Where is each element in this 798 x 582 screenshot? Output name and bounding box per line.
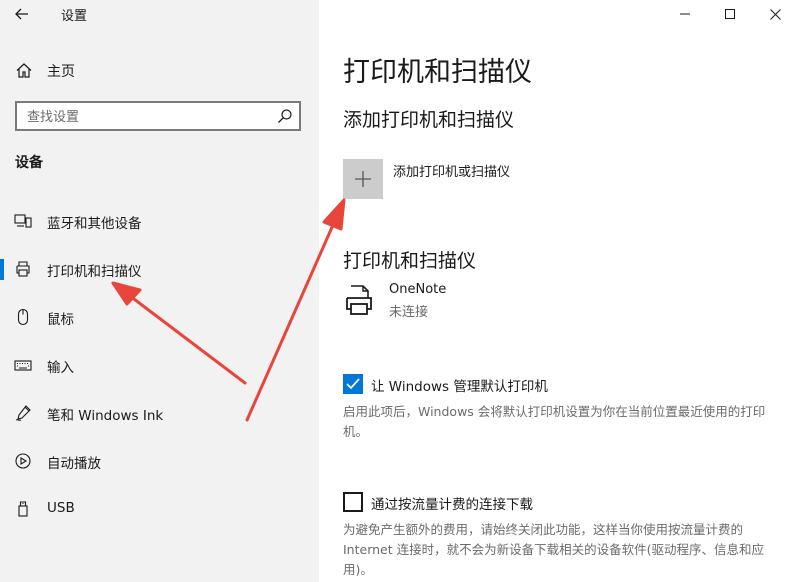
printer-icon bbox=[16, 261, 30, 277]
maximize-icon bbox=[725, 9, 735, 19]
sidebar-item-printers[interactable]: 打印机和扫描仪 bbox=[0, 249, 319, 289]
add-section-title: 添加打印机和扫描仪 bbox=[343, 109, 515, 131]
printer-document-icon bbox=[346, 285, 372, 315]
back-arrow-icon bbox=[15, 8, 28, 20]
sidebar-item-label: 蓝牙和其他设备 bbox=[47, 216, 142, 232]
sidebar-item-label: 笔和 Windows Ink bbox=[47, 408, 164, 424]
app-title: 设置 bbox=[61, 9, 88, 24]
printer-status: 未连接 bbox=[389, 305, 429, 320]
default-printer-label[interactable]: 让 Windows 管理默认打印机 bbox=[371, 375, 548, 395]
sidebar: 设置 主页 设备 蓝牙和其他设备 打印机和扫描仪 bbox=[0, 0, 319, 582]
sidebar-item-label: 主页 bbox=[47, 64, 75, 80]
close-icon bbox=[769, 8, 781, 20]
printer-item[interactable]: OneNote 未连接 bbox=[343, 280, 763, 320]
back-button[interactable] bbox=[10, 2, 34, 26]
sidebar-item-home[interactable]: 主页 bbox=[0, 56, 319, 86]
metered-download-checkbox[interactable] bbox=[343, 492, 363, 512]
search-icon[interactable] bbox=[277, 108, 293, 124]
sidebar-item-label: 打印机和扫描仪 bbox=[47, 264, 142, 280]
home-icon bbox=[16, 63, 32, 78]
pen-icon bbox=[15, 405, 31, 421]
default-printer-description: 启用此项后，Windows 会将默认打印机设置为你在当前位置最近使用的打印机。 bbox=[343, 404, 766, 439]
page-title: 打印机和扫描仪 bbox=[343, 57, 532, 88]
sidebar-item-label: 自动播放 bbox=[47, 456, 101, 472]
metered-download-description: 为避免产生额外的费用，请始终关闭此功能，这样当你使用按流量计费的 Interne… bbox=[343, 522, 764, 577]
metered-download-label[interactable]: 通过按流量计费的连接下载 bbox=[371, 493, 533, 513]
sidebar-item-mouse[interactable]: 鼠标 bbox=[0, 297, 319, 337]
checkmark-icon bbox=[346, 378, 360, 390]
sidebar-item-label: 输入 bbox=[47, 360, 74, 376]
search-box[interactable] bbox=[15, 101, 301, 131]
plus-icon bbox=[355, 171, 371, 187]
bluetooth-devices-icon bbox=[14, 214, 32, 228]
sidebar-item-usb[interactable]: USB bbox=[0, 489, 319, 529]
search-input[interactable] bbox=[25, 106, 269, 128]
keyboard-icon bbox=[14, 360, 32, 371]
sidebar-item-bluetooth[interactable]: 蓝牙和其他设备 bbox=[0, 201, 319, 241]
sidebar-item-pen[interactable]: 笔和 Windows Ink bbox=[0, 393, 319, 433]
printer-name: OneNote bbox=[389, 282, 447, 297]
minimize-button[interactable] bbox=[662, 0, 708, 28]
add-printer-button[interactable] bbox=[343, 159, 383, 199]
usb-icon bbox=[18, 501, 28, 517]
maximize-button[interactable] bbox=[707, 0, 753, 28]
section-title: 设备 bbox=[15, 155, 43, 171]
printers-section-title: 打印机和扫描仪 bbox=[343, 250, 477, 272]
autoplay-icon bbox=[15, 453, 31, 469]
close-button[interactable] bbox=[752, 0, 798, 28]
sidebar-item-input[interactable]: 输入 bbox=[0, 345, 319, 385]
minimize-icon bbox=[680, 13, 690, 15]
selection-indicator bbox=[0, 259, 4, 280]
main-content: 打印机和扫描仪 添加打印机和扫描仪 添加打印机或扫描仪 打印机和扫描仪 OneN… bbox=[319, 0, 798, 582]
sidebar-item-label: USB bbox=[47, 500, 75, 516]
mouse-icon bbox=[17, 308, 29, 326]
default-printer-checkbox[interactable] bbox=[343, 374, 363, 394]
sidebar-item-label: 鼠标 bbox=[47, 312, 74, 328]
add-printer-label[interactable]: 添加打印机或扫描仪 bbox=[393, 161, 510, 180]
sidebar-item-autoplay[interactable]: 自动播放 bbox=[0, 441, 319, 481]
